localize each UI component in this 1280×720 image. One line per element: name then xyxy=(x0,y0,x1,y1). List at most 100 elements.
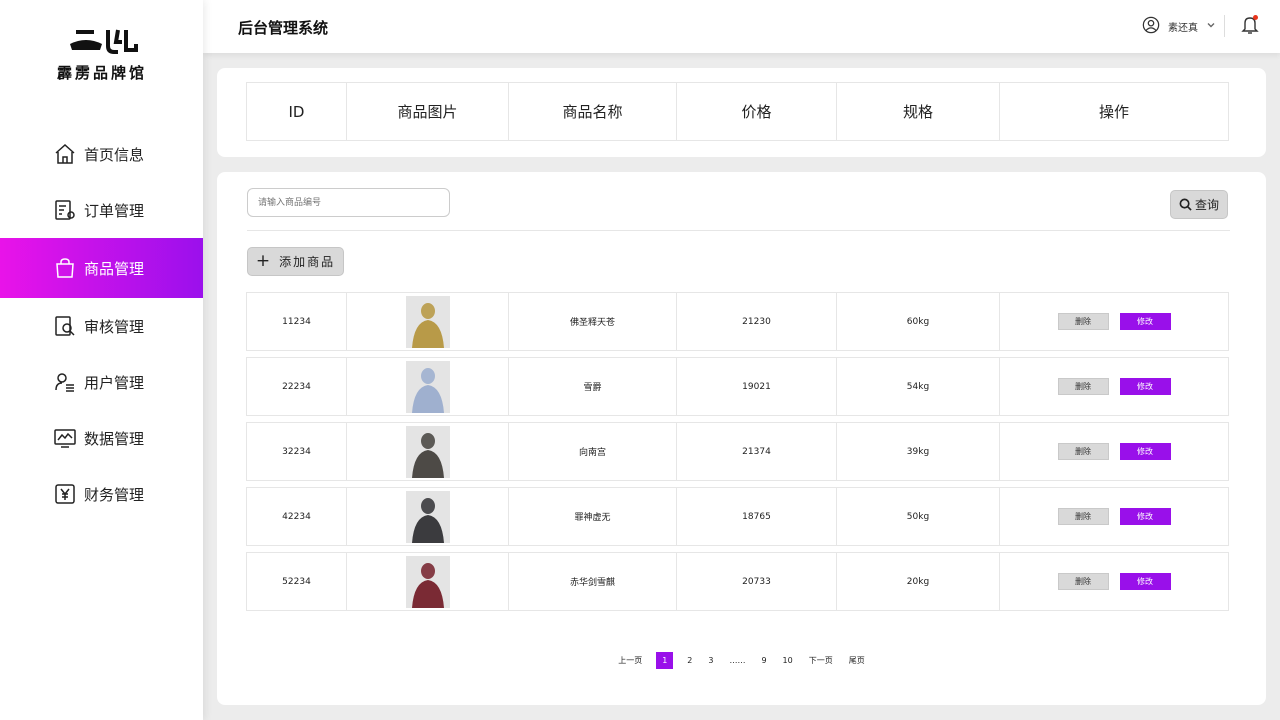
product-price: 19021 xyxy=(676,357,837,416)
brand-mark-icon xyxy=(70,29,138,54)
search-icon xyxy=(1179,198,1192,211)
product-id: 52234 xyxy=(246,552,347,611)
product-thumbnail[interactable] xyxy=(405,555,450,608)
table-row: 52234 赤华剑雪麒 20733 20kg 删除 修改 xyxy=(246,552,1229,611)
page-current[interactable]: 1 xyxy=(656,652,674,669)
notification-button[interactable] xyxy=(1241,15,1259,39)
review-search-icon xyxy=(52,313,78,339)
table-row: 42234 罪神虚无 18765 50kg 删除 修改 xyxy=(246,487,1229,546)
add-product-label: 添加商品 xyxy=(279,255,336,269)
sidebar-item-5[interactable]: 数据管理 xyxy=(0,410,203,466)
sidebar-item-label: 财务管理 xyxy=(84,485,145,504)
edit-button[interactable]: 修改 xyxy=(1119,378,1171,395)
row-actions: 删除 修改 xyxy=(999,422,1229,481)
table-row: 22234 雪爵 19021 54kg 删除 修改 xyxy=(246,357,1229,416)
sidebar-item-label: 首页信息 xyxy=(84,145,145,164)
sidebar-item-label: 数据管理 xyxy=(84,429,145,448)
product-name: 佛圣释天苍 xyxy=(508,292,677,351)
product-thumbnail[interactable] xyxy=(405,490,450,543)
sidebar-item-4[interactable]: 用户管理 xyxy=(0,354,203,410)
product-name: 向南宫 xyxy=(508,422,677,481)
pagination: 上一页 1 2 3 …… 9 10 下一页 尾页 xyxy=(217,652,1266,669)
product-image-cell xyxy=(346,487,509,546)
sidebar-item-label: 审核管理 xyxy=(84,317,145,336)
next-page-button[interactable]: 下一页 xyxy=(809,655,833,666)
sidebar-item-2[interactable]: 商品管理 xyxy=(0,238,203,298)
product-image-cell xyxy=(346,357,509,416)
product-price: 21374 xyxy=(676,422,837,481)
home-icon xyxy=(52,141,78,167)
search-button-label: 查询 xyxy=(1194,198,1219,212)
add-product-button[interactable]: + 添加商品 xyxy=(247,247,344,276)
page-link[interactable]: 9 xyxy=(761,656,766,665)
order-settings-icon xyxy=(52,197,78,223)
sidebar-item-label: 订单管理 xyxy=(84,201,145,220)
sidebar-item-3[interactable]: 审核管理 xyxy=(0,298,203,354)
delete-button[interactable]: 删除 xyxy=(1057,378,1109,395)
product-id: 22234 xyxy=(246,357,347,416)
sidebar-item-6[interactable]: 财务管理 xyxy=(0,466,203,522)
page-link[interactable]: …… xyxy=(729,656,745,665)
edit-button[interactable]: 修改 xyxy=(1119,313,1171,330)
product-spec: 20kg xyxy=(836,552,1000,611)
product-thumbnail[interactable] xyxy=(405,295,450,348)
product-id: 11234 xyxy=(246,292,347,351)
product-spec: 54kg xyxy=(836,357,1000,416)
page-link[interactable]: 10 xyxy=(783,656,793,665)
user-menu[interactable]: 素还真 xyxy=(1142,16,1216,37)
column-header: 规格 xyxy=(836,82,1000,141)
delete-button[interactable]: 删除 xyxy=(1057,443,1109,460)
prev-page-button[interactable]: 上一页 xyxy=(618,655,642,666)
page-link[interactable]: 3 xyxy=(708,656,713,665)
sidebar-nav: 首页信息订单管理商品管理审核管理用户管理数据管理财务管理 xyxy=(0,126,203,522)
row-actions: 删除 修改 xyxy=(999,487,1229,546)
product-id-search-input[interactable] xyxy=(247,188,450,217)
toolbar-divider xyxy=(247,230,1230,231)
search-button[interactable]: 查询 xyxy=(1170,190,1228,219)
last-page-button[interactable]: 尾页 xyxy=(849,655,865,666)
brand-name: 霹雳品牌馆 xyxy=(56,64,147,82)
product-spec: 39kg xyxy=(836,422,1000,481)
product-price: 21230 xyxy=(676,292,837,351)
product-price: 18765 xyxy=(676,487,837,546)
row-actions: 删除 修改 xyxy=(999,357,1229,416)
product-image-cell xyxy=(346,422,509,481)
column-header: ID xyxy=(246,82,347,141)
delete-button[interactable]: 删除 xyxy=(1057,573,1109,590)
edit-button[interactable]: 修改 xyxy=(1119,443,1171,460)
sidebar-item-1[interactable]: 订单管理 xyxy=(0,182,203,238)
sidebar-item-0[interactable]: 首页信息 xyxy=(0,126,203,182)
user-name: 素还真 xyxy=(1168,23,1198,34)
product-price: 20733 xyxy=(676,552,837,611)
table-row: 32234 向南宫 21374 39kg 删除 修改 xyxy=(246,422,1229,481)
product-id: 42234 xyxy=(246,487,347,546)
brand-logo[interactable]: 霹雳品牌馆 xyxy=(52,26,152,83)
chevron-down-icon[interactable] xyxy=(1206,20,1216,33)
column-header: 商品图片 xyxy=(346,82,509,141)
product-name: 雪爵 xyxy=(508,357,677,416)
row-actions: 删除 修改 xyxy=(999,552,1229,611)
row-actions: 删除 修改 xyxy=(999,292,1229,351)
product-list-card: 查询 + 添加商品 11234佛圣释天苍2123060kg删除修改22234雪爵… xyxy=(217,172,1266,705)
product-name: 罪神虚无 xyxy=(508,487,677,546)
product-thumbnail[interactable] xyxy=(405,360,450,413)
header-divider xyxy=(1224,15,1225,37)
product-thumbnail[interactable] xyxy=(405,425,450,478)
product-name: 赤华剑雪麒 xyxy=(508,552,677,611)
shopping-bag-icon xyxy=(52,255,78,281)
column-header: 操作 xyxy=(999,82,1229,141)
monitor-chart-icon xyxy=(52,425,78,451)
page-title: 后台管理系统 xyxy=(238,19,329,37)
edit-button[interactable]: 修改 xyxy=(1119,573,1171,590)
table-header-card: ID 商品图片 商品名称 价格 规格 操作 xyxy=(217,68,1266,157)
plus-icon: + xyxy=(255,251,273,271)
edit-button[interactable]: 修改 xyxy=(1119,508,1171,525)
product-image-cell xyxy=(346,292,509,351)
page-link[interactable]: 2 xyxy=(687,656,692,665)
product-spec: 60kg xyxy=(836,292,1000,351)
user-avatar-icon xyxy=(1142,16,1160,37)
product-spec: 50kg xyxy=(836,487,1000,546)
notification-dot xyxy=(1253,15,1258,20)
delete-button[interactable]: 删除 xyxy=(1057,313,1109,330)
delete-button[interactable]: 删除 xyxy=(1057,508,1109,525)
